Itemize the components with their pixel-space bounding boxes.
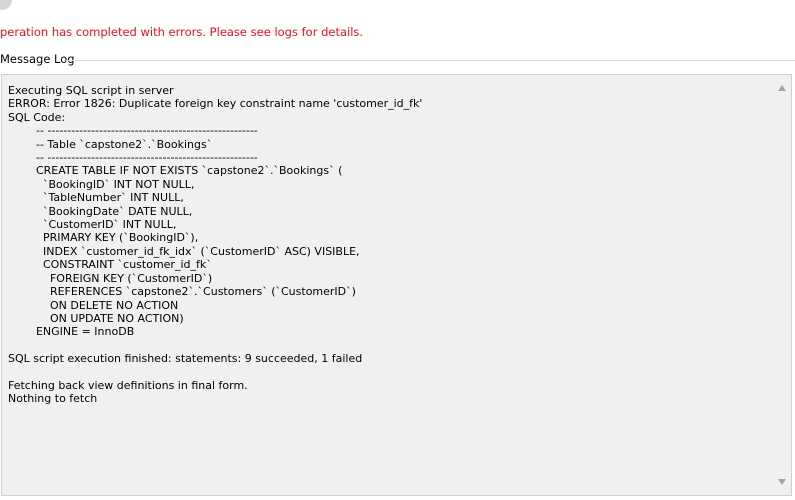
message-log-text: Executing SQL script in server ERROR: Er… <box>8 84 423 406</box>
scroll-up-arrow-icon[interactable] <box>778 85 786 91</box>
top-edge-fragment <box>0 0 14 14</box>
status-message: peration has completed with errors. Plea… <box>0 25 364 39</box>
message-log-textarea[interactable]: Executing SQL script in server ERROR: Er… <box>1 74 792 496</box>
message-log-label: Message Log <box>0 52 75 66</box>
status-icon-fragment <box>0 0 12 10</box>
vertical-scrollbar[interactable] <box>773 75 791 495</box>
group-divider <box>66 60 795 61</box>
scroll-down-arrow-icon[interactable] <box>778 479 786 485</box>
